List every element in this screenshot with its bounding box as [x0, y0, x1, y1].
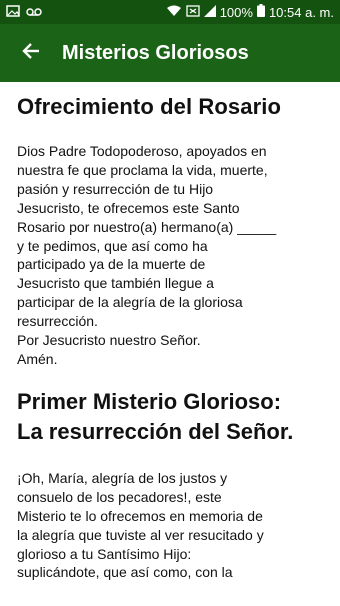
app-bar: Misterios Gloriosos: [0, 24, 340, 82]
wifi-icon: [166, 5, 182, 20]
arrow-back-icon: [22, 42, 40, 65]
section-ofrecimiento: Ofrecimiento del Rosario Dios Padre Todo…: [17, 94, 326, 369]
section-body: Dios Padre Todopoderoso, apoyados en nue…: [17, 143, 277, 367]
section-body: ¡Oh, María, alegría de los justos y cons…: [17, 469, 264, 581]
section-heading: Primer Misterio Glorioso: La resurrecció…: [17, 388, 294, 444]
battery-percent: 100%: [219, 4, 253, 20]
prayer-content[interactable]: Ofrecimiento del Rosario Dios Padre Todo…: [0, 82, 340, 606]
battery-icon: [256, 4, 265, 20]
clock: 10:54 a. m.: [268, 4, 334, 20]
section-primer-misterio: Primer Misterio Glorioso: La resurrecció…: [17, 387, 326, 582]
status-right-icons: 100% 10:54 a. m.: [166, 4, 334, 20]
signal-icon: [203, 4, 216, 20]
status-bar: 100% 10:54 a. m.: [0, 0, 340, 24]
page-title: Misterios Gloriosos: [62, 41, 249, 64]
section-heading: Ofrecimiento del Rosario: [17, 94, 282, 119]
voicemail-icon: [26, 5, 42, 20]
status-left-icons: [6, 4, 42, 20]
back-button[interactable]: [0, 24, 62, 82]
image-icon: [6, 4, 20, 20]
cast-icon: [186, 4, 200, 20]
